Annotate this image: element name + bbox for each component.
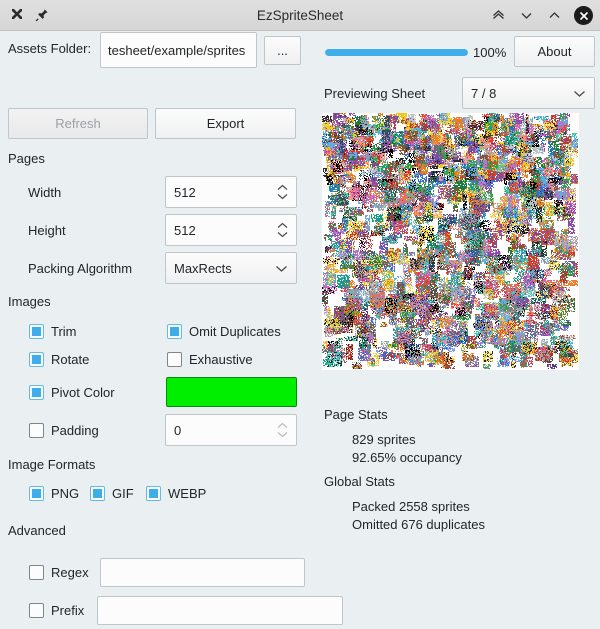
page-stats-occupancy: 92.65% occupancy [352,450,462,465]
preview-panel: 100% About Previewing Sheet 7 / 8 Page S… [310,31,600,629]
about-label: About [537,44,572,59]
padding-value: 0 [174,422,182,438]
refresh-label: Refresh [55,116,101,131]
trim-checkbox-row[interactable]: Trim [29,324,77,339]
packing-algorithm-select[interactable]: MaxRects [165,252,297,284]
trim-label: Trim [51,324,77,339]
assets-folder-input[interactable]: tesheet/example/sprites [100,32,257,68]
chevron-down-icon[interactable] [518,7,535,24]
global-stats-title: Global Stats [324,474,395,489]
spritesheet-canvas [322,113,579,370]
prefix-checkbox-row[interactable]: Prefix [29,603,84,618]
width-spinner[interactable]: 512 [165,176,297,208]
export-label: Export [206,116,245,131]
spinner-arrows-icon[interactable] [276,222,289,238]
exhaustive-label: Exhaustive [189,352,253,367]
format-webp-checkbox[interactable] [146,486,161,501]
x-logo-icon [8,6,26,24]
pages-section-title: Pages [8,151,45,166]
pivot-color-swatch[interactable] [166,377,297,407]
previewing-sheet-label: Previewing Sheet [324,86,426,101]
format-gif-label: GIF [112,486,134,501]
spinner-arrows-icon[interactable] [276,184,289,200]
regex-input[interactable] [100,558,305,587]
progress-bar [325,49,468,56]
width-value: 512 [174,184,196,200]
chevron-down-icon [573,86,586,101]
rotate-checkbox[interactable] [29,352,44,367]
format-png-checkbox[interactable] [29,486,44,501]
omit-duplicates-checkbox-row[interactable]: Omit Duplicates [167,324,281,339]
previewing-sheet-select[interactable]: 7 / 8 [462,77,595,109]
height-value: 512 [174,222,196,238]
export-button[interactable]: Export [155,108,296,139]
settings-panel: Assets Folder: tesheet/example/sprites .… [0,31,343,629]
height-label: Height [28,223,66,238]
image-formats-section-title: Image Formats [8,457,96,472]
prefix-input[interactable] [97,596,343,625]
images-section-title: Images [8,294,51,309]
padding-checkbox[interactable] [29,423,44,438]
refresh-button[interactable]: Refresh [8,108,148,139]
padding-spinner[interactable]: 0 [165,414,297,446]
format-gif-checkbox[interactable] [90,486,105,501]
omit-duplicates-label: Omit Duplicates [189,324,281,339]
prefix-checkbox[interactable] [29,603,44,618]
prefix-label: Prefix [51,603,85,618]
padding-checkbox-row[interactable]: Padding [29,423,99,438]
assets-folder-value: tesheet/example/sprites [108,42,246,58]
advanced-section-title: Advanced [8,523,66,538]
format-webp-label: WEBP [168,486,207,501]
format-png-label: PNG [51,486,80,501]
pivot-color-checkbox[interactable] [29,385,44,400]
format-gif-row[interactable]: GIF [90,486,134,501]
format-png-row[interactable]: PNG [29,486,79,501]
width-label: Width [28,185,62,200]
about-button[interactable]: About [514,36,595,67]
padding-label: Padding [51,423,99,438]
global-stats-packed: Packed 2558 sprites [352,499,470,514]
window-titlebar: EzSpriteSheet [0,0,600,31]
packing-algorithm-label: Packing Algorithm [28,261,133,276]
pivot-color-checkbox-row[interactable]: Pivot Color [29,385,115,400]
spinner-arrows-icon [276,422,289,438]
regex-label: Regex [51,565,89,580]
exhaustive-checkbox[interactable] [167,352,182,367]
global-stats-omitted: Omitted 676 duplicates [352,517,485,532]
close-icon[interactable] [574,6,593,25]
regex-checkbox[interactable] [29,565,44,580]
format-webp-row[interactable]: WEBP [146,486,206,501]
chevron-down-icon [275,261,288,276]
rotate-label: Rotate [51,352,90,367]
rotate-checkbox-row[interactable]: Rotate [29,352,89,367]
regex-checkbox-row[interactable]: Regex [29,565,89,580]
progress-bar-fill [325,49,468,56]
assets-folder-label: Assets Folder: [8,41,92,56]
packing-algorithm-value: MaxRects [174,260,232,276]
trim-checkbox[interactable] [29,324,44,339]
spritesheet-preview[interactable] [322,113,579,370]
height-spinner[interactable]: 512 [165,214,297,246]
omit-duplicates-checkbox[interactable] [167,324,182,339]
chevrons-up-icon[interactable] [490,7,507,24]
page-stats-sprites: 829 sprites [352,432,416,447]
browse-button[interactable]: ... [264,36,301,65]
progress-percent-label: 100% [473,45,507,60]
page-stats-title: Page Stats [324,407,388,422]
chevron-up-icon[interactable] [546,7,563,24]
previewing-sheet-value: 7 / 8 [471,85,497,101]
pin-icon[interactable] [33,6,51,24]
exhaustive-checkbox-row[interactable]: Exhaustive [167,352,253,367]
pivot-color-label: Pivot Color [51,385,115,400]
browse-label: ... [277,43,288,58]
